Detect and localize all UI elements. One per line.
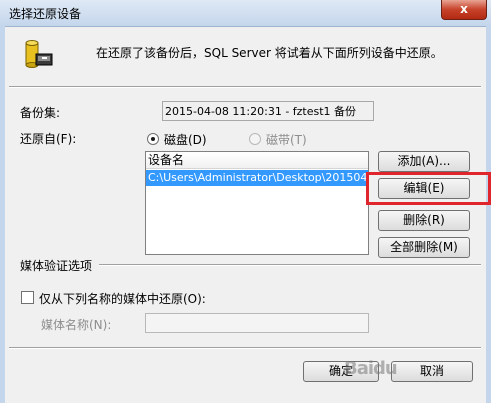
info-message: 在还原了该备份后，SQL Server 将试着从下面所列设备中还原。 — [96, 46, 443, 60]
remove-button[interactable]: 删除(R) — [378, 210, 470, 231]
media-options-label: 媒体验证选项 — [20, 259, 93, 273]
device-listbox[interactable]: 设备名 C:\Users\Administrator\Desktop\20150… — [145, 151, 369, 255]
radio-disk[interactable] — [147, 133, 159, 145]
media-name-input — [145, 313, 369, 333]
close-button[interactable]: x — [441, 0, 487, 20]
highlight-annotation-box — [366, 172, 491, 205]
media-name-label: 媒体名称(N): — [41, 318, 112, 332]
backup-set-label: 备份集: — [20, 106, 61, 120]
window-frame-right — [486, 26, 491, 403]
device-name-column-header[interactable]: 设备名 — [146, 152, 368, 169]
remove-all-button[interactable]: 全部删除(M) — [378, 237, 470, 258]
media-name-checkbox[interactable] — [21, 291, 34, 304]
radio-tape — [249, 133, 261, 145]
separator-media — [99, 264, 481, 266]
restore-from-label: 还原自(F): — [20, 132, 77, 146]
radio-tape-label: 磁带(T) — [266, 133, 307, 147]
device-list-item[interactable]: C:\Users\Administrator\Desktop\2015040..… — [146, 170, 368, 186]
separator-top — [9, 86, 481, 88]
add-button[interactable]: 添加(A)... — [378, 151, 470, 172]
radio-disk-label: 磁盘(D) — [164, 133, 207, 147]
database-backup-icon — [25, 40, 53, 68]
window-frame-left — [0, 26, 5, 403]
backup-set-field: 2015-04-08 11:20:31 - fztest1 备份 — [162, 101, 374, 121]
baidu-watermark: Baidu — [344, 358, 398, 379]
separator-bottom — [9, 347, 481, 349]
media-name-checkbox-label: 仅从下列名称的媒体中还原(O): — [39, 292, 206, 306]
window-title: 选择还原设备 — [9, 7, 82, 21]
cancel-button[interactable]: 取消 — [391, 361, 473, 382]
